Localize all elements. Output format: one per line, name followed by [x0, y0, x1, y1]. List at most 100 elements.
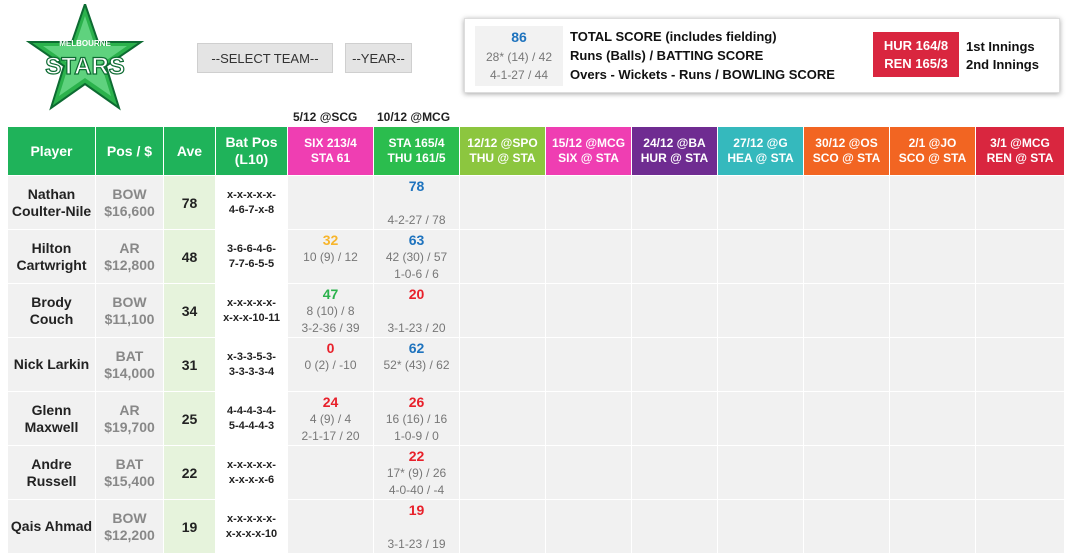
game-score-cell: [460, 230, 546, 284]
player-name: Hilton Cartwright: [8, 230, 96, 284]
game-score-cell: [460, 338, 546, 392]
game-column-header[interactable]: 24/12 @BA HUR @ STA: [632, 127, 718, 176]
batpos-line2: 3-3-3-3-4: [228, 365, 275, 378]
melbourne-stars-logo: MELBOURNE STARS: [25, 4, 145, 111]
game-score-cell: [632, 392, 718, 446]
game-total-score: 22: [408, 447, 425, 464]
game-column-header[interactable]: SIX 213/4 STA 61: [288, 127, 374, 176]
legend-label-batting: Runs (Balls) / BATTING SCORE: [570, 48, 764, 63]
game-score-cell: 20 3-1-23 / 20: [374, 284, 460, 338]
table-row[interactable]: Hilton Cartwright AR $12,800 48 3-6-6-4-6- 7-…: [8, 230, 1065, 284]
player-bat-positions: x-x-x-x-x-x-x-x-x-10: [216, 500, 288, 554]
player-name: Nick Larkin: [8, 338, 96, 392]
player-price: $14,000: [104, 364, 155, 381]
game-header-line1: 27/12 @G: [733, 136, 788, 150]
game-date-label: 10/12 @MCG: [377, 110, 451, 124]
game-total-score: 19: [408, 501, 425, 518]
game-total-score: 20: [408, 285, 425, 302]
game-score-cell: [546, 176, 632, 230]
game-header-line1: 24/12 @BA: [643, 136, 706, 150]
legend-innings-sample: HUR 164/8 REN 165/3: [873, 32, 959, 77]
game-header-line2: STA 61: [310, 151, 351, 165]
player-average: 34: [164, 284, 216, 338]
player-price: $19,700: [104, 418, 155, 435]
legend-inn2-label: 2nd Innings: [966, 57, 1039, 72]
ave-column-header[interactable]: Ave: [164, 127, 216, 176]
game-column-header[interactable]: 12/12 @SPO THU @ STA: [460, 127, 546, 176]
legend-sample-total: 86: [511, 29, 527, 45]
player-pos-price: AR $12,800: [96, 230, 164, 284]
game-score-cell: [804, 284, 890, 338]
player-price: $12,800: [104, 256, 155, 273]
game-score-cell: [546, 446, 632, 500]
game-total-score: 32: [322, 231, 339, 248]
batpos-line2: x-x-x-x-10: [225, 527, 278, 540]
game-score-cell: [718, 392, 804, 446]
legend-innings-labels: 1st Innings 2nd Innings: [966, 38, 1039, 74]
pos-column-header[interactable]: Pos / $: [96, 127, 164, 176]
game-score-cell: [460, 284, 546, 338]
batpos-header-line2: (L10): [234, 151, 269, 167]
game-score-cell: [976, 176, 1065, 230]
player-price: $12,200: [104, 526, 155, 543]
table-row[interactable]: Nick Larkin BAT $14,000 31 x-3-3-5-3- 3-3-3-3…: [8, 338, 1065, 392]
player-average: 19: [164, 500, 216, 554]
player-bat-positions: 3-6-6-4-6- 7-7-6-5-5: [216, 230, 288, 284]
game-column-header[interactable]: 2/1 @JO SCO @ STA: [890, 127, 976, 176]
game-batting-score: 16 (16) / 16: [385, 411, 448, 426]
game-score-cell: 00 (2) / -10: [288, 338, 374, 392]
game-bowling-score: [288, 374, 373, 391]
game-score-cell: 78 4-2-27 / 78: [374, 176, 460, 230]
player-bat-positions: x-x-x-x-x-x-x-x-x-6: [216, 446, 288, 500]
player-price: $15,400: [104, 472, 155, 489]
game-column-header[interactable]: 27/12 @G HEA @ STA: [718, 127, 804, 176]
player-column-header[interactable]: Player: [8, 127, 96, 176]
table-row[interactable]: Nathan Coulter-Nile BOW $16,600 78 x-x-x-x-x…: [8, 176, 1065, 230]
game-score-cell: [632, 284, 718, 338]
game-score-cell: [460, 176, 546, 230]
game-score-cell: [546, 284, 632, 338]
game-score-cell: [804, 500, 890, 554]
table-row[interactable]: Brody Couch BOW $11,100 34 x-x-x-x-x-x-x-x-1…: [8, 284, 1065, 338]
game-batting-score: 17* (9) / 26: [386, 465, 447, 480]
game-score-cell: [632, 446, 718, 500]
legend-labels: TOTAL SCORE (includes fielding) Runs (Ba…: [570, 27, 835, 84]
legend-sample-bowling: 4-1-27 / 44: [489, 68, 549, 82]
game-column-header[interactable]: 3/1 @MCG REN @ STA: [976, 127, 1065, 176]
batpos-line2: 7-7-6-5-5: [228, 257, 275, 270]
game-batting-score: 8 (10) / 8: [306, 303, 355, 318]
game-score-cell: [890, 230, 976, 284]
batpos-column-header[interactable]: Bat Pos (L10): [216, 127, 288, 176]
game-bowling-score: 3-2-36 / 39: [301, 320, 360, 335]
game-score-cell: [288, 176, 374, 230]
game-score-cell: [460, 392, 546, 446]
game-header-line1: SIX 213/4: [304, 136, 357, 150]
game-bowling-score: 3-1-23 / 19: [387, 536, 446, 551]
player-role: BOW: [112, 185, 147, 202]
game-score-cell: [804, 392, 890, 446]
table-row[interactable]: Andre Russell BAT $15,400 22 x-x-x-x-x-x-x-x…: [8, 446, 1065, 500]
game-score-cell: [890, 284, 976, 338]
legend-inn1-score: HUR 164/8: [883, 38, 949, 53]
game-column-header[interactable]: STA 165/4 THU 161/5: [374, 127, 460, 176]
game-total-score: 62: [408, 339, 425, 356]
player-average: 22: [164, 446, 216, 500]
game-batting-score: 42 (30) / 57: [385, 249, 448, 264]
game-column-header[interactable]: 15/12 @MCG SIX @ STA: [546, 127, 632, 176]
batpos-line1: x-x-x-x-x-: [227, 188, 276, 201]
game-column-header[interactable]: 30/12 @OS SCO @ STA: [804, 127, 890, 176]
player-role: AR: [119, 239, 140, 256]
player-pos-price: AR $19,700: [96, 392, 164, 446]
table-row[interactable]: Glenn Maxwell AR $19,700 25 4-4-4-3-4- 5-4-4-…: [8, 392, 1065, 446]
game-score-cell: [632, 176, 718, 230]
legend-sample: 86 28* (14) / 42 4-1-27 / 44: [475, 26, 563, 86]
batpos-line1: 4-4-4-3-4-: [227, 404, 276, 417]
game-header-line1: STA 165/4: [388, 136, 445, 150]
game-score-cell: 47 8 (10) / 8 3-2-36 / 39: [288, 284, 374, 338]
select-team-button[interactable]: --SELECT TEAM--: [197, 43, 333, 73]
batpos-line1: x-x-x-x-x-: [227, 458, 276, 471]
table-row[interactable]: Qais Ahmad BOW $12,200 19 x-x-x-x-x-x-x-x-x-…: [8, 500, 1065, 554]
game-bowling-score: 1-0-9 / 0: [394, 428, 439, 443]
select-year-button[interactable]: --YEAR--: [345, 43, 412, 73]
player-pos-price: BOW $16,600: [96, 176, 164, 230]
